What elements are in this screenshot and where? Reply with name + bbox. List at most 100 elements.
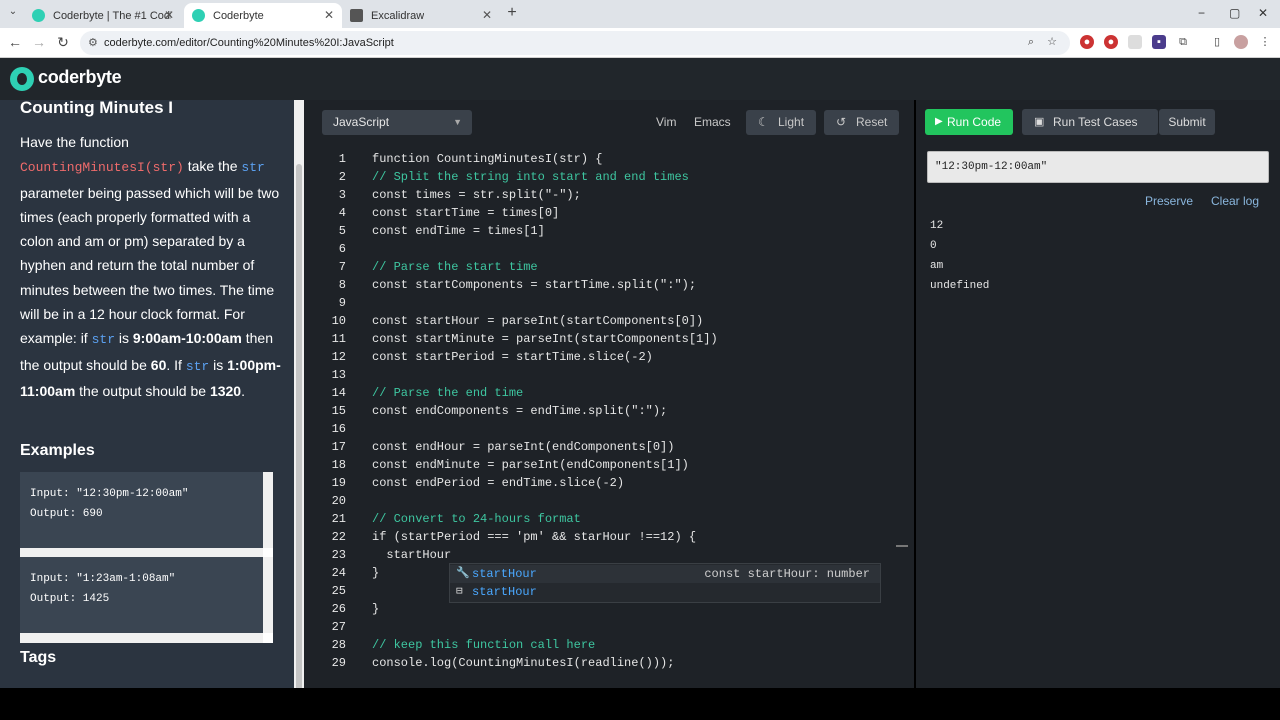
code-text: // keep this function call here [372, 638, 596, 652]
reset-button[interactable]: ↺ Reset [824, 110, 900, 135]
code-line[interactable]: 3 const times = str.split("-"); [304, 186, 904, 204]
language-select[interactable]: JavaScript ▼ [322, 110, 472, 135]
extension-icon[interactable] [1128, 35, 1142, 49]
light-label: Light [778, 115, 805, 129]
close-tab-icon[interactable]: ✕ [164, 8, 174, 22]
reset-label: Reset [856, 115, 888, 129]
close-tab-icon[interactable]: ✕ [482, 8, 492, 22]
browser-toolbar: ← → ↻ ⚙ coderbyte.com/editor/Counting%20… [0, 28, 1280, 58]
menu-kebab-icon[interactable]: ⋮ [1258, 35, 1272, 49]
code-line[interactable]: 9 [304, 294, 904, 312]
problem-panel-scrollbar[interactable] [294, 100, 304, 710]
code-line[interactable]: 16 [304, 420, 904, 438]
vertical-scrollbar[interactable] [263, 472, 273, 548]
tab-coderbyte-home[interactable]: Coderbyte | The #1 Coding Ass ✕ [24, 3, 182, 28]
preserve-link[interactable]: Preserve [1145, 194, 1193, 208]
code-line[interactable]: 21 // Convert to 24-hours format [304, 510, 904, 528]
run-test-cases-button[interactable]: ▣ Run Test Cases [1022, 109, 1158, 135]
reload-icon[interactable]: ↻ [54, 34, 72, 51]
code-text: // Parse the end time [372, 386, 524, 400]
code-line[interactable]: 12 const startPeriod = startTime.slice(-2… [304, 348, 904, 366]
code-line[interactable]: 15 const endComponents = endTime.split(":… [304, 402, 904, 420]
desc-text: is [115, 330, 133, 347]
close-tab-icon[interactable]: ✕ [324, 8, 334, 22]
code-line[interactable]: 28 // keep this function call here [304, 636, 904, 654]
autocomplete-item[interactable]: ⊟ startHour [450, 583, 880, 601]
autocomplete-popup[interactable]: 🔧 startHour const startHour: number ⊟ st… [449, 563, 881, 603]
coderbyte-logo-icon[interactable] [10, 67, 34, 91]
line-number: 29 [331, 656, 346, 670]
site-info-icon[interactable]: ⚙ [88, 31, 98, 55]
code-line[interactable]: 10 const startHour = parseInt(startCompon… [304, 312, 904, 330]
emacs-mode-button[interactable]: Emacs [694, 110, 731, 135]
autocomplete-item[interactable]: 🔧 startHour const startHour: number [450, 565, 880, 583]
line-number: 17 [331, 440, 346, 454]
tab-search-icon[interactable]: ⌄ [4, 6, 22, 17]
vertical-scrollbar[interactable] [263, 557, 273, 633]
moon-icon: ☾ [758, 115, 769, 129]
example-box[interactable]: Input: "12:30pm-12:00am" Output: 690 [20, 472, 273, 558]
code-line[interactable]: 29 console.log(CountingMinutesI(readline(… [304, 654, 904, 672]
side-panel-icon[interactable]: ▯ [1210, 35, 1224, 49]
code-line[interactable]: 8 const startComponents = startTime.split… [304, 276, 904, 294]
chevron-down-icon: ▼ [453, 117, 462, 127]
run-code-label: Run Code [947, 115, 1002, 129]
code-line[interactable]: 4 const startTime = times[0] [304, 204, 904, 222]
address-bar[interactable]: ⚙ coderbyte.com/editor/Counting%20Minute… [80, 31, 1070, 55]
example-box[interactable]: Input: "1:23am-1:08am" Output: 1425 [20, 557, 273, 643]
code-line[interactable]: 23 startHour [304, 546, 904, 564]
code-line[interactable]: 13 [304, 366, 904, 384]
bookmark-star-icon[interactable]: ☆ [1045, 35, 1059, 49]
code-line[interactable]: 5 const endTime = times[1] [304, 222, 904, 240]
minimize-button[interactable]: − [1198, 6, 1205, 20]
code-line[interactable]: 1 function CountingMinutesI(str) { [304, 150, 904, 168]
extension-icon[interactable]: ● [1104, 35, 1118, 49]
logo-text[interactable]: coderbyte [38, 67, 122, 88]
code-text: } [372, 602, 380, 616]
code-line[interactable]: 7 // Parse the start time [304, 258, 904, 276]
code-line[interactable]: 22 if (startPeriod === 'pm' && starHour !… [304, 528, 904, 546]
code-line[interactable]: 17 const endHour = parseInt(endComponents… [304, 438, 904, 456]
code-line[interactable]: 14 // Parse the end time [304, 384, 904, 402]
code-area[interactable]: 1 function CountingMinutesI(str) {2 // Spl… [304, 150, 914, 688]
code-line[interactable]: 19 const endPeriod = endTime.slice(-2) [304, 474, 904, 492]
forward-icon[interactable]: → [30, 34, 48, 50]
close-window-button[interactable]: ✕ [1258, 6, 1268, 20]
tab-title: Coderbyte [213, 9, 264, 22]
line-number: 23 [331, 548, 346, 562]
code-line[interactable]: 2 // Split the string into start and end … [304, 168, 904, 186]
horizontal-scrollbar[interactable] [20, 633, 263, 643]
scrollbar-thumb[interactable] [296, 164, 302, 710]
line-number: 26 [331, 602, 346, 616]
zoom-icon[interactable]: ⌕ [1024, 35, 1038, 49]
maximize-button[interactable]: ▢ [1229, 6, 1240, 20]
submit-button[interactable]: Submit [1159, 109, 1215, 135]
profile-avatar[interactable] [1234, 35, 1248, 49]
code-line[interactable]: 18 const endMinute = parseInt(endComponen… [304, 456, 904, 474]
run-code-button[interactable]: ▶ Run Code [925, 109, 1013, 135]
clear-log-link[interactable]: Clear log [1211, 194, 1259, 208]
line-number: 27 [331, 620, 346, 634]
code-line[interactable]: 20 [304, 492, 904, 510]
code-line[interactable]: 11 const startMinute = parseInt(startComp… [304, 330, 904, 348]
code-line[interactable]: 6 [304, 240, 904, 258]
browser-chrome: ⌄ Coderbyte | The #1 Coding Ass ✕ Coderb… [0, 0, 1280, 58]
back-icon[interactable]: ← [6, 34, 24, 50]
tab-excalidraw[interactable]: Excalidraw ✕ [342, 3, 500, 28]
extension-icon[interactable]: ● [1080, 35, 1094, 49]
vim-mode-button[interactable]: Vim [656, 110, 676, 135]
extensions-puzzle-icon[interactable]: ⧉ [1176, 35, 1190, 49]
variable-icon: ⊟ [456, 586, 463, 598]
new-tab-button[interactable]: + [503, 4, 521, 22]
light-theme-button[interactable]: ☾ Light [746, 110, 817, 135]
code-line[interactable]: 27 [304, 618, 904, 636]
runner-panel: ▶ Run Code ▣ Run Test Cases Submit "12:3… [916, 100, 1280, 688]
tab-title: Excalidraw [371, 9, 425, 22]
play-icon: ▶ [935, 116, 943, 127]
tab-strip: ⌄ Coderbyte | The #1 Coding Ass ✕ Coderb… [0, 0, 1280, 28]
tab-coderbyte-editor[interactable]: Coderbyte ✕ [184, 3, 342, 28]
extension-icon[interactable]: ▪ [1152, 35, 1166, 49]
custom-input-field[interactable]: "12:30pm-12:00am" [927, 151, 1269, 183]
desc-text: . If [166, 356, 186, 373]
function-name: CountingMinutesI(str) [20, 160, 184, 176]
